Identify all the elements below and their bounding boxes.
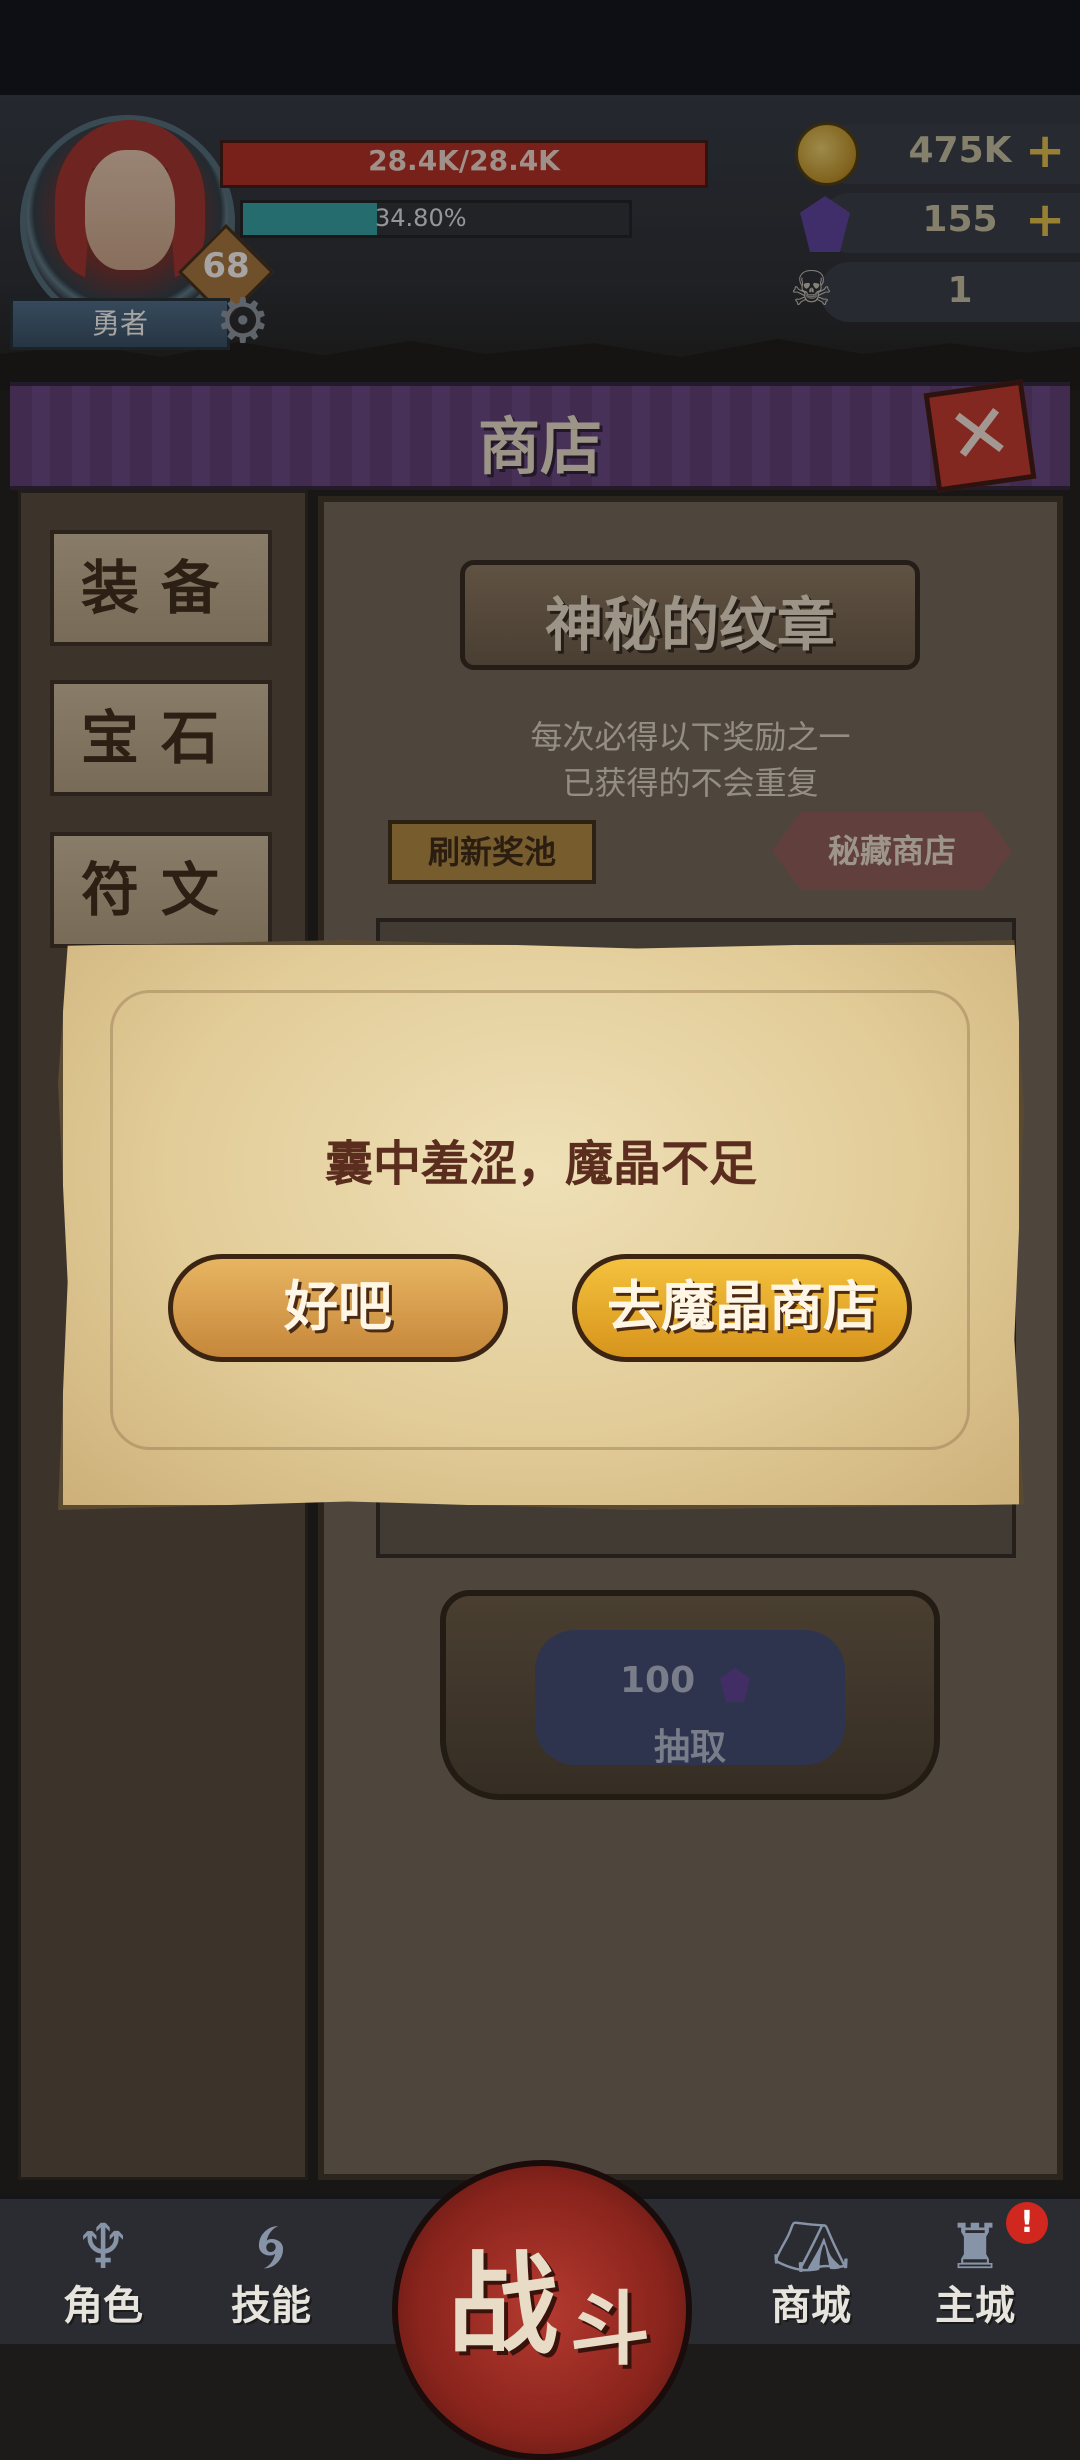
nav-store[interactable]: ⛺︎ 商城 [746,2208,876,2340]
go-to-crystal-shop-button[interactable]: 去魔晶商店 [572,1254,912,1362]
dialog-inner-frame [110,990,970,1450]
status-bar [0,0,1080,95]
battle-label-char1: 战 [448,2241,558,2369]
swirl-icon: 🌀︎ [256,2210,286,2283]
nav-skills[interactable]: 🌀︎ 技能 [206,2208,336,2340]
nav-label-skills: 技能 [231,2283,311,2329]
notification-badge: ! [1006,2202,1048,2244]
nav-character[interactable]: ♆ 角色 [38,2208,168,2340]
nav-label-main-city: 主城 [935,2283,1015,2329]
battle-label-char2: 斗 [570,2283,650,2376]
dialog-message: 囊中羞涩，魔晶不足 [324,1136,757,1192]
tent-icon: ⛺︎ [771,2210,851,2283]
nav-label-store: 商城 [771,2283,851,2329]
helmet-icon: ♆ [75,2210,131,2283]
ok-button[interactable]: 好吧 [168,1254,508,1362]
nav-label-character: 角色 [63,2283,143,2329]
